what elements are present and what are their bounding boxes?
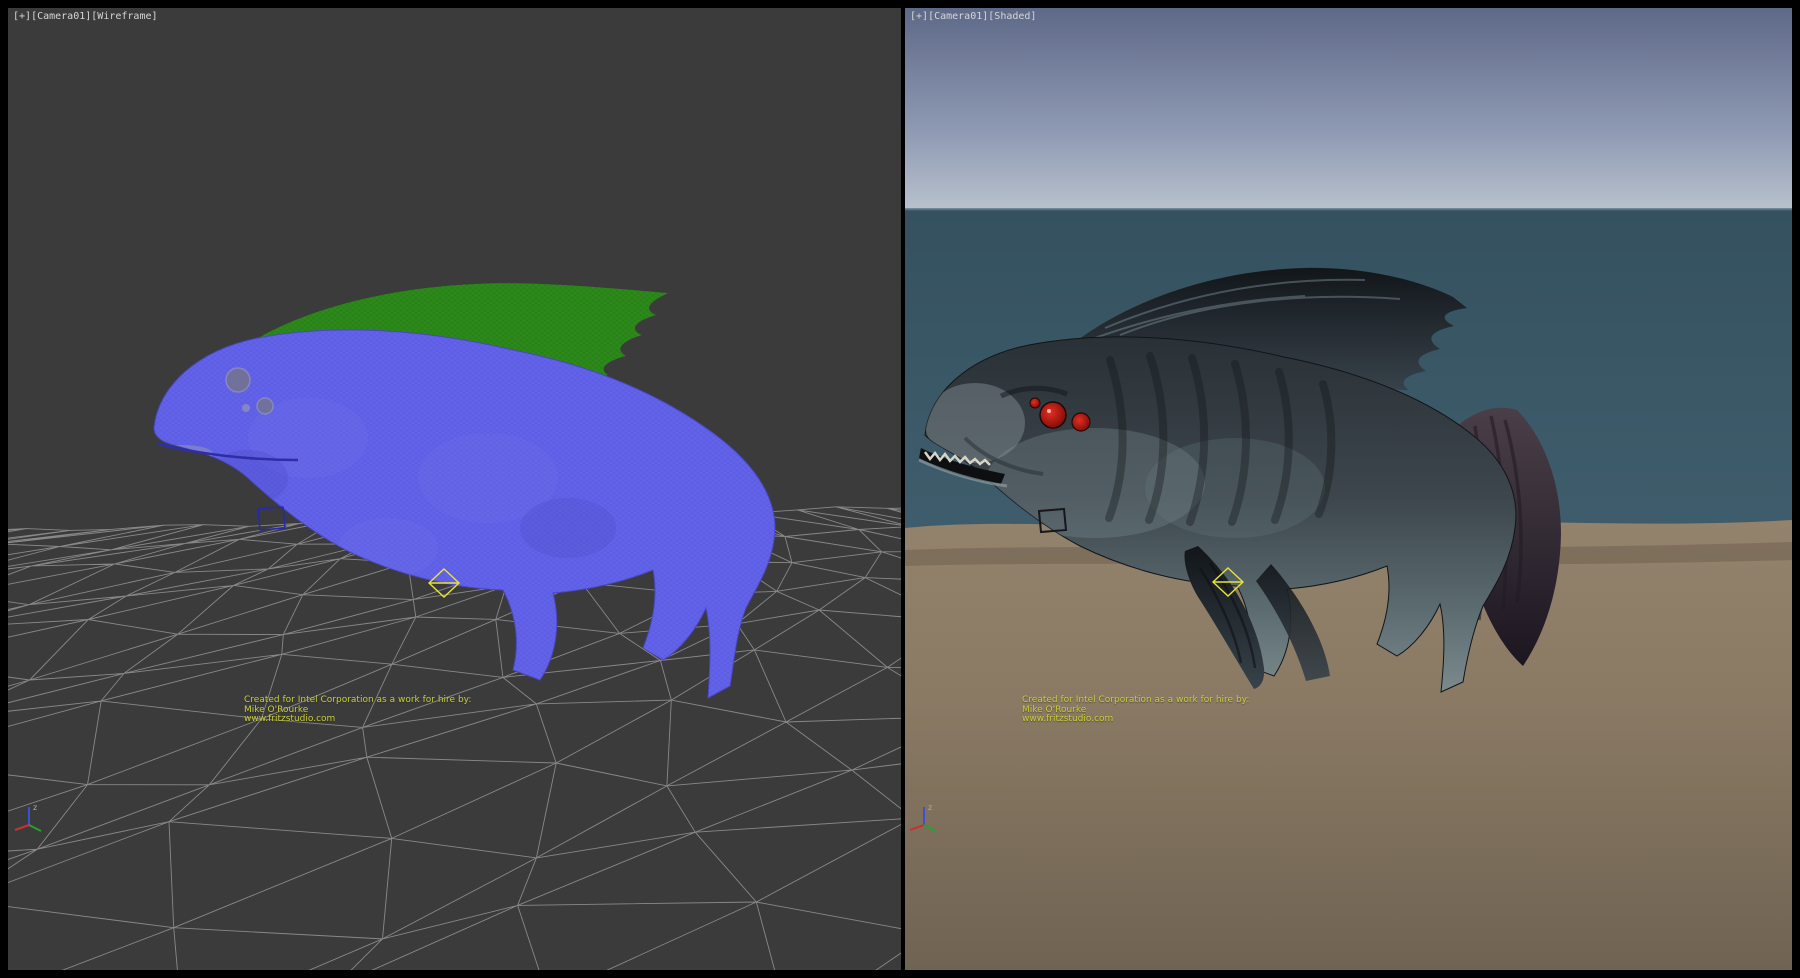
viewport-menu-camera[interactable]: [Camera01] <box>31 11 91 22</box>
fish-eye-small <box>1030 398 1040 408</box>
viewport-menu: [+][Camera01][Wireframe] <box>13 11 158 22</box>
credit-line-3: www.fritzstudio.com <box>1022 715 1249 725</box>
credit-text: Created for Intel Corporation as a work … <box>1022 696 1249 725</box>
dual-viewport-stage: z [+][Camera01][Wireframe] Created for I… <box>0 0 1800 978</box>
viewport-wireframe[interactable]: z [+][Camera01][Wireframe] Created for I… <box>8 8 901 970</box>
credit-line-3: www.fritzstudio.com <box>244 715 471 725</box>
fish-eye-medium <box>1072 413 1090 431</box>
fish-model-wireframe[interactable] <box>153 283 775 698</box>
shaded-scene: z <box>905 8 1792 970</box>
credit-text: Created for Intel Corporation as a work … <box>244 696 471 725</box>
sand-ground <box>905 520 1792 970</box>
axis-z-label: z <box>33 803 37 812</box>
viewport-menu-expand[interactable]: [+] <box>13 11 31 22</box>
viewport-menu: [+][Camera01][Shaded] <box>910 11 1036 22</box>
wireframe-scene: z <box>8 8 901 970</box>
fish-eye-large <box>1040 402 1066 428</box>
fish-eye-dot <box>242 404 250 412</box>
viewport-menu-camera[interactable]: [Camera01] <box>928 11 988 22</box>
viewport-menu-shading[interactable]: [Shaded] <box>988 11 1036 22</box>
viewport-shaded[interactable]: z [+][Camera01][Shaded] Created for Inte… <box>905 8 1792 970</box>
viewport-menu-shading[interactable]: [Wireframe] <box>91 11 157 22</box>
fish-eye-small <box>257 398 273 414</box>
fish-eye-large <box>226 368 250 392</box>
fish-eye-highlight <box>1047 409 1051 413</box>
axis-z-label: z <box>928 803 932 812</box>
viewport-menu-expand[interactable]: [+] <box>910 11 928 22</box>
